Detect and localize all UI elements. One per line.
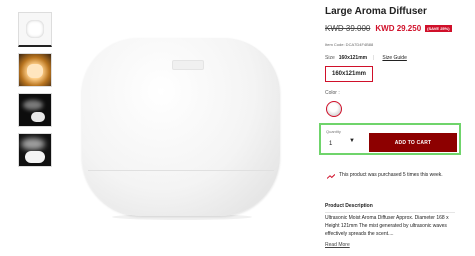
read-more-link[interactable]: Read More xyxy=(325,242,350,248)
product-title: Large Aroma Diffuser xyxy=(325,6,427,17)
item-code: Item Code: DCA7D4F4B88 xyxy=(325,42,374,47)
diffuser-thumb-shape xyxy=(27,64,43,78)
quantity-label: Quantity xyxy=(326,129,341,134)
trend-up-icon xyxy=(327,174,335,179)
thumbnail-gallery xyxy=(18,12,54,173)
size-label: Size xyxy=(325,55,335,61)
save-badge: (SAVE 25%) xyxy=(425,25,452,33)
purchase-note-text: This product was purchased 5 times this … xyxy=(339,172,443,178)
add-to-cart-button[interactable]: ADD TO CART xyxy=(369,133,457,152)
old-price: KWD 39.000 xyxy=(325,24,371,33)
size-selected-value: 160x121mm xyxy=(338,55,368,61)
main-product-image[interactable] xyxy=(82,38,280,220)
add-to-cart-area: Quantity 1 ▼ ADD TO CART xyxy=(319,123,461,155)
diffuser-thumb-shape xyxy=(25,151,45,163)
price-row: KWD 39.000 KWD 29.250 (SAVE 25%) xyxy=(325,24,452,33)
thumbnail-diffuser-white[interactable] xyxy=(18,12,52,47)
mist-shape xyxy=(23,100,43,110)
thumbnail-diffuser-mist-closeup[interactable] xyxy=(18,133,52,167)
diffuser-thumb-shape xyxy=(31,112,45,122)
color-label: Color : xyxy=(325,90,340,96)
caret-down-icon: ▼ xyxy=(349,138,355,144)
mist-shape xyxy=(21,138,45,150)
size-guide-link[interactable]: Size Guide xyxy=(382,55,406,61)
quantity-value: 1 xyxy=(329,141,333,147)
size-option-button[interactable]: 160x121mm xyxy=(325,66,373,82)
sale-price: KWD 29.250 xyxy=(375,24,422,33)
quantity-select[interactable]: 1 ▼ xyxy=(325,135,359,153)
size-row: Size 160x121mm | Size Guide xyxy=(325,55,407,61)
diffuser-thumb-shape xyxy=(26,20,44,38)
description-divider xyxy=(325,212,455,213)
divider: | xyxy=(373,55,375,61)
description-text: Ultrasonic Moist Aroma Diffuser Approx. … xyxy=(325,215,449,237)
thumbnail-diffuser-mist[interactable] xyxy=(18,93,52,127)
diffuser-base-line xyxy=(88,170,274,171)
color-swatch-white[interactable] xyxy=(326,101,342,117)
thumbnail-diffuser-lit[interactable] xyxy=(18,53,52,87)
diffuser-mist-slot xyxy=(172,60,204,70)
description-heading: Product Description xyxy=(325,203,373,209)
